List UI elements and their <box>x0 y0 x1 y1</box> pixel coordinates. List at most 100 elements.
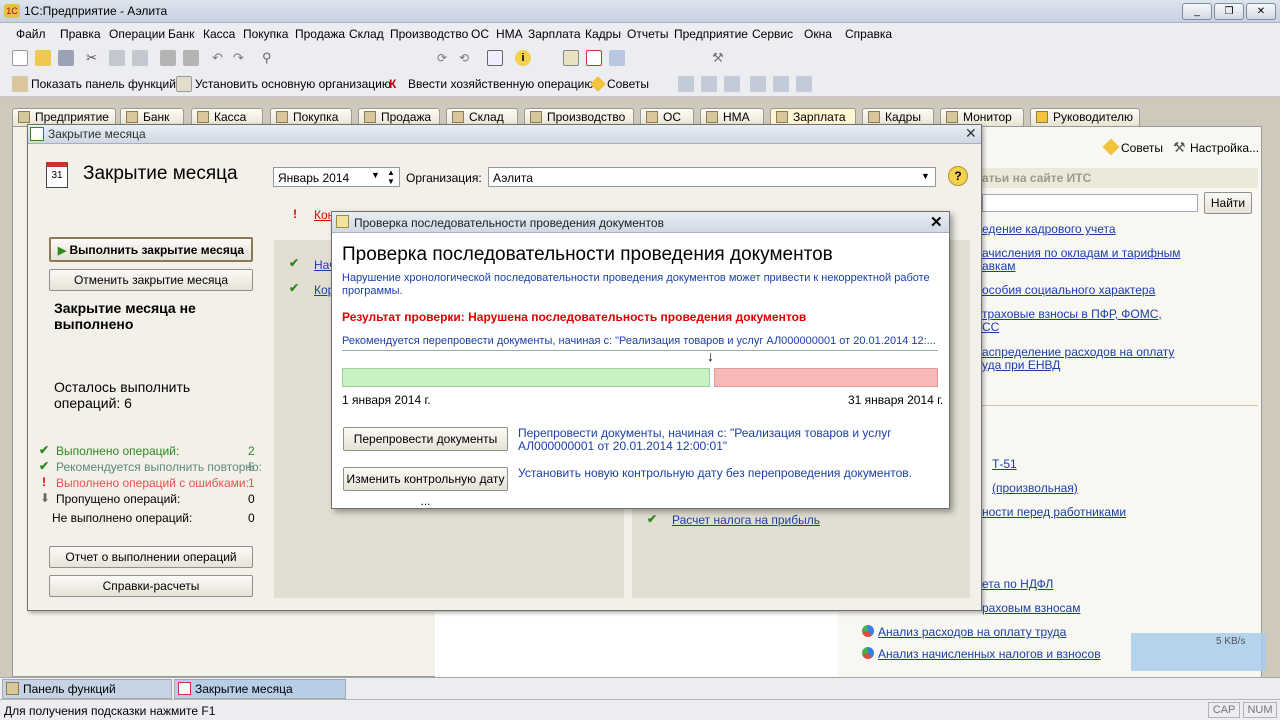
taskbar-function-panel[interactable]: Панель функций <box>2 679 172 699</box>
window-titlebar: 1С 1С:Предприятие - Аэлита _ ❐ ✕ <box>0 0 1280 23</box>
desktop-settings-link[interactable]: Настройка... <box>1190 141 1259 155</box>
its-link-5[interactable]: аспределение расходов на оплату <box>982 345 1174 359</box>
menu-hr[interactable]: Кадры <box>585 27 621 41</box>
tools-icon[interactable]: ⚒ <box>712 50 728 66</box>
minimize-button[interactable]: _ <box>1182 3 1212 20</box>
month-close-status: Закрытие месяца не выполнено <box>54 300 196 332</box>
menu-service[interactable]: Сервис <box>752 27 793 41</box>
function-panel-icon <box>12 76 28 92</box>
its-link-1[interactable]: едение кадрового учета <box>982 222 1116 236</box>
stat-notdone-value: 0 <box>248 511 255 525</box>
enter-operation-button[interactable]: Ввести хозяйственную операцию <box>408 77 593 91</box>
tool-f-icon[interactable] <box>796 76 812 92</box>
copy-icon[interactable] <box>109 50 125 66</box>
maximize-button[interactable]: ❐ <box>1214 3 1244 20</box>
calc-certificates-button[interactable]: Справки-расчеты <box>49 575 253 597</box>
menu-production[interactable]: Производство <box>390 27 468 41</box>
search-icon[interactable]: ⚲ <box>262 50 278 66</box>
report-link-labor[interactable]: Анализ расходов на оплату труда <box>878 625 1066 639</box>
its-find-button[interactable]: Найти <box>1204 192 1252 214</box>
print-preview-icon[interactable] <box>183 50 199 66</box>
menu-file[interactable]: Файл <box>16 27 46 41</box>
month-close-close-icon[interactable]: ✕ <box>965 125 977 142</box>
cut-icon[interactable]: ✂ <box>86 50 102 66</box>
tool-d-icon[interactable] <box>750 76 766 92</box>
menu-cash[interactable]: Касса <box>203 27 235 41</box>
desktop-tips-link[interactable]: Советы <box>1121 141 1163 155</box>
tool-e-icon[interactable] <box>773 76 789 92</box>
report-link-free[interactable]: (произвольная) <box>992 481 1078 495</box>
set-organization-button[interactable]: Установить основную организацию <box>195 77 391 91</box>
operations-report-button[interactable]: Отчет о выполнении операций <box>49 546 253 568</box>
report-link-t51[interactable]: Т-51 <box>992 457 1017 471</box>
organization-select[interactable]: Аэлита ▼ <box>488 167 936 187</box>
menu-nma[interactable]: НМА <box>496 27 523 41</box>
cancel-month-close-button[interactable]: Отменить закрытие месяца <box>49 269 253 291</box>
window-icon <box>30 127 44 141</box>
menu-edit[interactable]: Правка <box>60 27 101 41</box>
menu-warehouse[interactable]: Склад <box>349 27 384 41</box>
its-link-3[interactable]: особия социального характера <box>982 283 1155 297</box>
dialog-close-icon[interactable]: ✕ <box>930 213 943 231</box>
menu-bank[interactable]: Банк <box>168 27 194 41</box>
report-link-contrib[interactable]: раховым взносам <box>982 601 1080 615</box>
month-close-heading: Закрытие месяца <box>83 163 238 184</box>
period-select[interactable]: Январь 2014 ▼ ▲ ▼ <box>273 167 400 187</box>
change-control-date-button[interactable]: Изменить контрольную дату ... <box>343 467 508 508</box>
menu-purchase[interactable]: Покупка <box>243 27 288 41</box>
its-search-input[interactable] <box>982 194 1198 212</box>
dialog-window-title: Проверка последовательности проведения д… <box>354 216 664 230</box>
close-window-button[interactable]: ✕ <box>1246 3 1276 20</box>
menu-enterprise[interactable]: Предприятие <box>674 27 748 41</box>
chevron-down-icon[interactable]: ▼ <box>371 170 380 180</box>
windows-icon[interactable] <box>487 50 503 66</box>
tool-b-icon[interactable] <box>701 76 717 92</box>
find-prev-icon[interactable]: ⟲ <box>459 50 475 66</box>
report-link-debt[interactable]: ности перед работниками <box>982 505 1126 519</box>
menu-reports[interactable]: Отчеты <box>627 27 668 41</box>
paste-icon[interactable] <box>132 50 148 66</box>
undo-icon[interactable]: ↶ <box>212 50 228 66</box>
timeline-ok-segment <box>342 368 710 387</box>
calendar-icon[interactable] <box>586 50 602 66</box>
menu-salary[interactable]: Зарплата <box>528 27 581 41</box>
its-link-2b[interactable]: авкам <box>982 259 1016 273</box>
profit-tax-link[interactable]: Расчет налога на прибыль <box>672 513 820 527</box>
menu-operations[interactable]: Операции <box>109 27 165 41</box>
new-document-icon[interactable] <box>12 50 28 66</box>
save-icon[interactable] <box>58 50 74 66</box>
pie-chart-icon <box>862 625 874 637</box>
its-link-5b[interactable]: уда при ЕНВД <box>982 358 1060 372</box>
its-link-4b[interactable]: СС <box>982 320 999 334</box>
standard-toolbar: ✂ ↶ ↷ ⚲ ⟳ ⟲ i M M+ M- ⚒ <box>0 45 1280 112</box>
menu-windows[interactable]: Окна <box>804 27 832 41</box>
calculator-icon[interactable] <box>563 50 579 66</box>
tab-manager[interactable]: Руководителю <box>1030 108 1140 126</box>
taskbar-month-close[interactable]: Закрытие месяца <box>174 679 346 699</box>
users-icon[interactable] <box>609 50 625 66</box>
check-icon: ✔ <box>289 256 300 270</box>
chevron-down-icon[interactable]: ▼ <box>921 171 930 181</box>
tool-c-icon[interactable] <box>724 76 740 92</box>
info-icon[interactable]: i <box>515 50 531 66</box>
spin-icon[interactable]: ▲ ▼ <box>387 168 395 186</box>
menu-sales[interactable]: Продажа <box>295 27 345 41</box>
help-icon[interactable]: ? <box>948 166 968 186</box>
print-icon[interactable] <box>160 50 176 66</box>
its-link-4[interactable]: траховые взносы в ПФР, ФОМС, <box>982 307 1162 321</box>
tool-a-icon[interactable] <box>678 76 694 92</box>
menu-os[interactable]: ОС <box>471 27 489 41</box>
open-folder-icon[interactable] <box>35 50 51 66</box>
show-panel-button[interactable]: Показать панель функций <box>31 77 176 91</box>
stat-errors-label: Выполнено операций с ошибками: <box>56 476 249 490</box>
run-month-close-button[interactable]: ▶ Выполнить закрытие месяца <box>49 237 253 262</box>
redo-icon[interactable]: ↷ <box>233 50 249 66</box>
report-link-taxes[interactable]: Анализ начисленных налогов и взносов <box>878 647 1101 661</box>
tips-button[interactable]: Советы <box>607 77 649 91</box>
find-next-icon[interactable]: ⟳ <box>437 50 453 66</box>
report-link-ndfl[interactable]: ета по НДФЛ <box>982 577 1053 591</box>
its-link-2[interactable]: ачисления по окладам и тарифным <box>982 246 1181 260</box>
menu-help[interactable]: Справка <box>845 27 892 41</box>
dialog-icon <box>336 215 349 228</box>
repost-documents-button[interactable]: Перепровести документы <box>343 427 508 451</box>
